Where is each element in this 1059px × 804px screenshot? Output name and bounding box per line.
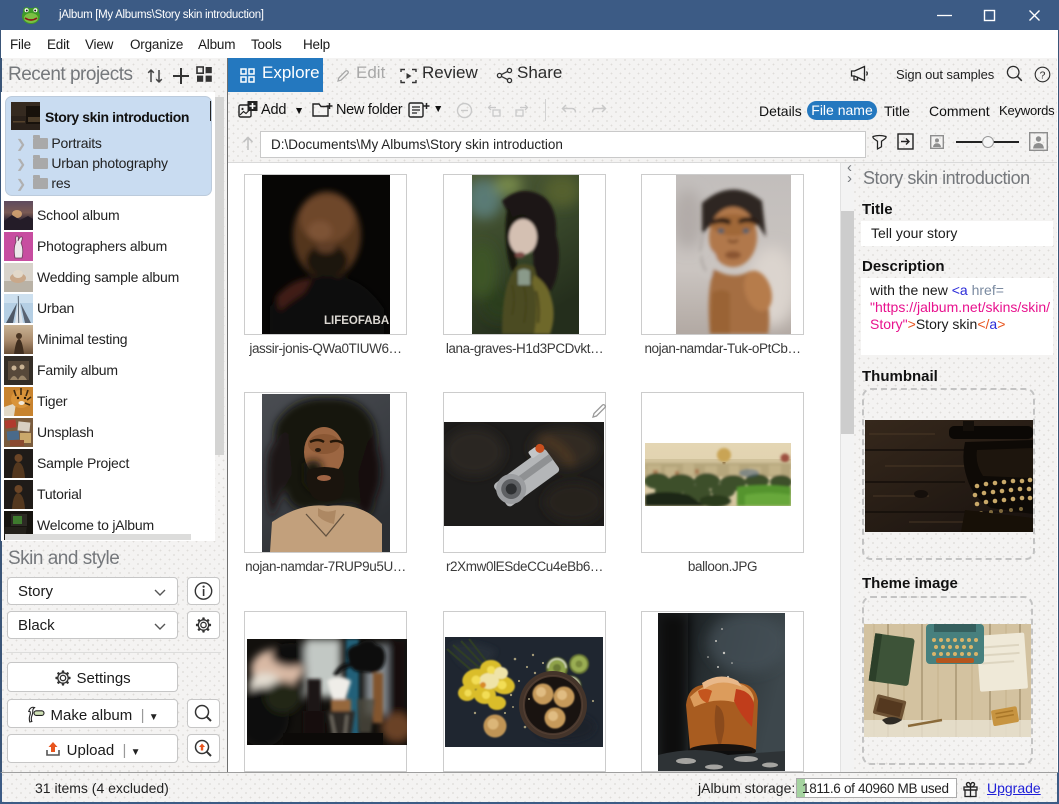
- svg-text:LIFEOFABA: LIFEOFABA: [324, 315, 389, 327]
- svg-text:?: ?: [1040, 69, 1046, 81]
